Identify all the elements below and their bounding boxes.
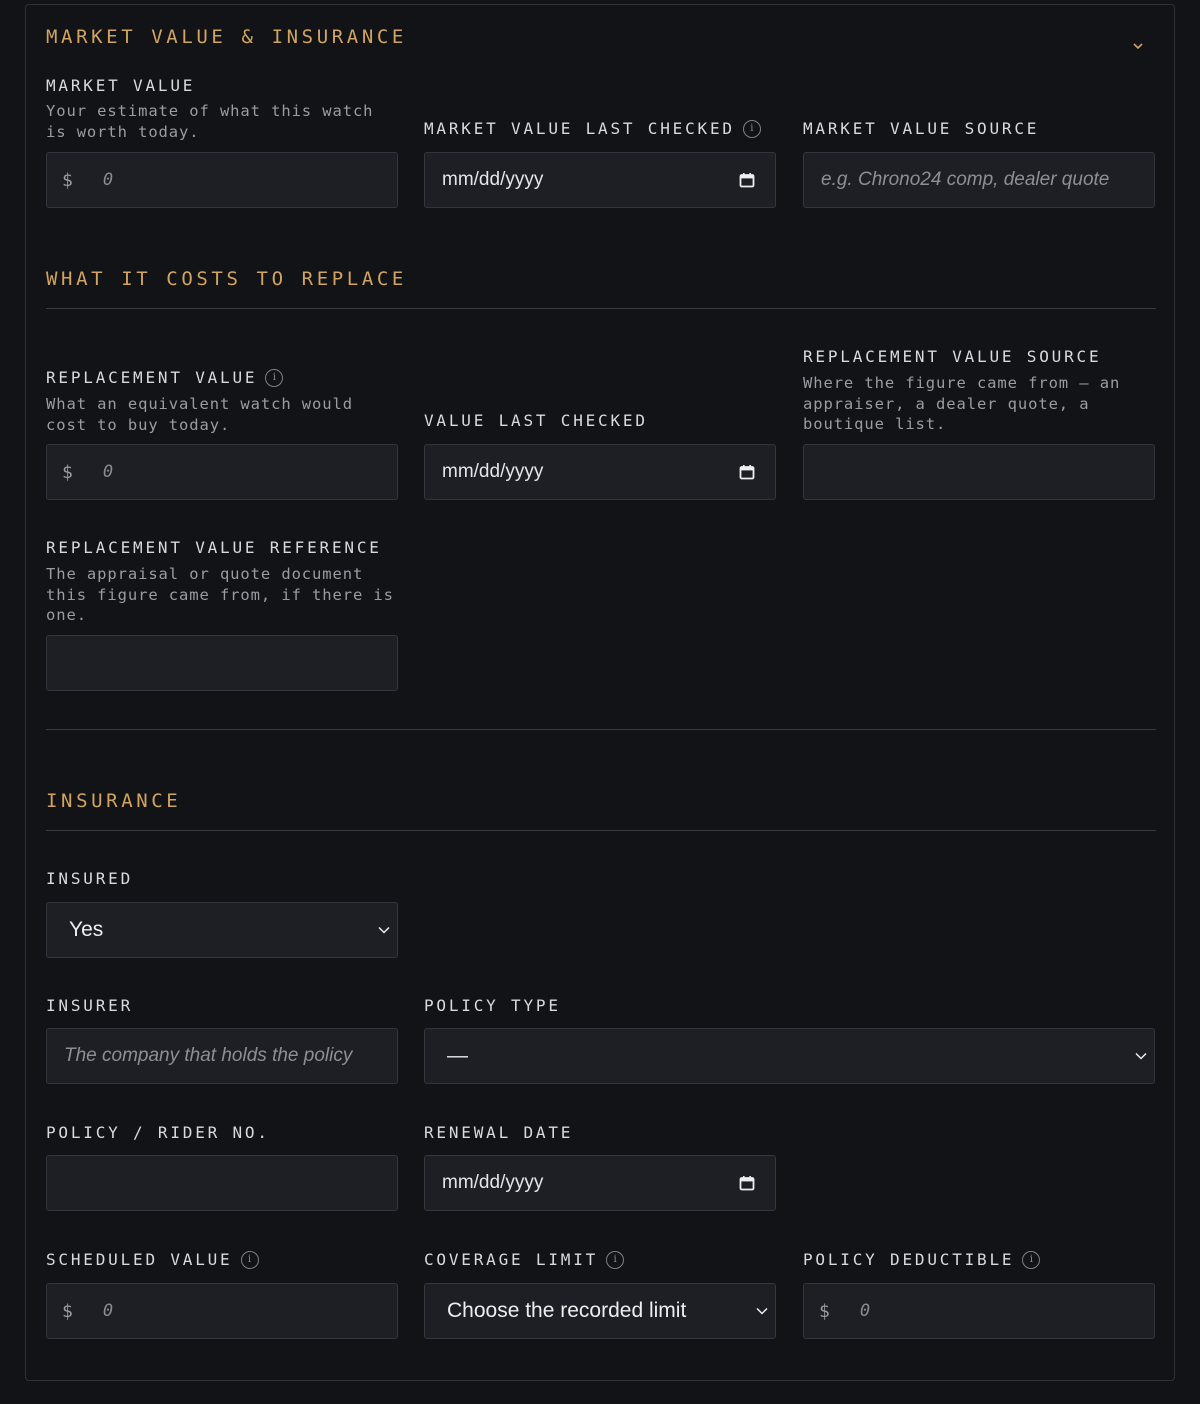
policy-number-label: POLICY / RIDER NO.	[46, 1123, 270, 1142]
divider	[46, 830, 1156, 831]
calendar-icon[interactable]	[739, 464, 755, 480]
chevron-down-icon	[378, 926, 390, 934]
coverage-limit-select[interactable]: Choose the recorded limit	[424, 1283, 776, 1339]
replacement-reference-input[interactable]	[46, 635, 398, 691]
coverage-limit-selected-value: Choose the recorded limit	[447, 1299, 687, 1322]
policy-deductible-label: POLICY DEDUCTIBLE i	[803, 1250, 1041, 1269]
replacement-value-label: REPLACEMENT VALUE i	[46, 368, 284, 387]
policy-type-selected-value: —	[447, 1044, 468, 1067]
market-value-insurance-panel: MARKET VALUE & INSURANCE MARKET VALUE Yo…	[25, 4, 1175, 1381]
insurer-input[interactable]: The company that holds the policy	[46, 1028, 398, 1084]
insured-label: INSURED	[46, 869, 134, 888]
coverage-limit-label-text: COVERAGE LIMIT	[424, 1250, 599, 1269]
market-last-checked-label: MARKET VALUE LAST CHECKED i	[424, 119, 761, 138]
policy-deductible-label-text: POLICY DEDUCTIBLE	[803, 1250, 1015, 1269]
currency-symbol: $	[62, 461, 73, 483]
date-text: mm/dd/yyyy	[442, 461, 544, 482]
divider	[46, 729, 1156, 730]
insured-selected-value: Yes	[69, 918, 104, 941]
coverage-limit-label: COVERAGE LIMIT i	[424, 1250, 625, 1269]
currency-symbol: $	[62, 1300, 73, 1322]
scheduled-value-label-text: SCHEDULED VALUE	[46, 1250, 233, 1269]
policy-type-select[interactable]: —	[424, 1028, 1155, 1084]
market-last-checked-date-input[interactable]: mm/dd/yyyy	[424, 152, 776, 208]
info-icon[interactable]: i	[742, 119, 761, 138]
market-value-input[interactable]: $ 0	[46, 152, 398, 208]
market-source-label: MARKET VALUE SOURCE	[803, 119, 1040, 138]
replacement-source-label: REPLACEMENT VALUE SOURCE	[803, 347, 1102, 366]
currency-symbol: $	[819, 1300, 830, 1322]
policy-type-label: POLICY TYPE	[424, 996, 561, 1015]
market-source-placeholder: e.g. Chrono24 comp, dealer quote	[821, 169, 1110, 190]
insurer-placeholder: The company that holds the policy	[64, 1045, 353, 1066]
renewal-date-label: RENEWAL DATE	[424, 1123, 574, 1142]
insurer-label: INSURER	[46, 996, 134, 1015]
chevron-down-icon	[756, 1307, 768, 1315]
insurance-heading: INSURANCE	[46, 790, 182, 812]
scheduled-value-input[interactable]: $ 0	[46, 1283, 398, 1339]
info-icon[interactable]: i	[606, 1250, 625, 1269]
divider	[46, 308, 1156, 309]
replacement-source-help: Where the figure came from — an appraise…	[803, 374, 1121, 433]
replacement-value-input[interactable]: $ 0	[46, 444, 398, 500]
policy-deductible-input[interactable]: $ 0	[803, 1283, 1155, 1339]
insured-select[interactable]: Yes	[46, 902, 398, 958]
chevron-down-icon	[1135, 1052, 1147, 1060]
policy-deductible-placeholder: 0	[859, 1301, 871, 1321]
date-text: mm/dd/yyyy	[442, 1172, 544, 1193]
scheduled-value-label: SCHEDULED VALUE i	[46, 1250, 259, 1269]
replacement-value-label-text: REPLACEMENT VALUE	[46, 368, 258, 387]
market-source-input[interactable]: e.g. Chrono24 comp, dealer quote	[803, 152, 1155, 208]
market-value-help: Your estimate of what this watch is wort…	[46, 102, 374, 141]
currency-symbol: $	[62, 169, 73, 191]
replacement-value-placeholder: 0	[102, 462, 114, 482]
info-icon[interactable]: i	[1022, 1250, 1041, 1269]
replace-heading: WHAT IT COSTS TO REPLACE	[46, 268, 407, 290]
date-text: mm/dd/yyyy	[442, 169, 544, 190]
calendar-icon[interactable]	[739, 1175, 755, 1191]
policy-number-input[interactable]	[46, 1155, 398, 1211]
replacement-reference-help: The appraisal or quote document this fig…	[46, 565, 394, 624]
value-last-checked-date-input[interactable]: mm/dd/yyyy	[424, 444, 776, 500]
calendar-icon[interactable]	[739, 172, 755, 188]
replacement-value-help: What an equivalent watch would cost to b…	[46, 395, 353, 434]
scheduled-value-placeholder: 0	[102, 1301, 114, 1321]
section-title: MARKET VALUE & INSURANCE	[46, 26, 407, 48]
market-last-checked-label-text: MARKET VALUE LAST CHECKED	[424, 119, 735, 138]
info-icon[interactable]: i	[240, 1250, 259, 1269]
value-last-checked-label: VALUE LAST CHECKED	[424, 411, 648, 430]
market-value-label: MARKET VALUE	[46, 76, 196, 95]
renewal-date-input[interactable]: mm/dd/yyyy	[424, 1155, 776, 1211]
replacement-source-input[interactable]	[803, 444, 1155, 500]
replacement-reference-label: REPLACEMENT VALUE REFERENCE	[46, 538, 382, 557]
info-icon[interactable]: i	[265, 368, 284, 387]
chevron-down-icon[interactable]	[1132, 35, 1148, 50]
market-value-placeholder: 0	[102, 170, 114, 190]
